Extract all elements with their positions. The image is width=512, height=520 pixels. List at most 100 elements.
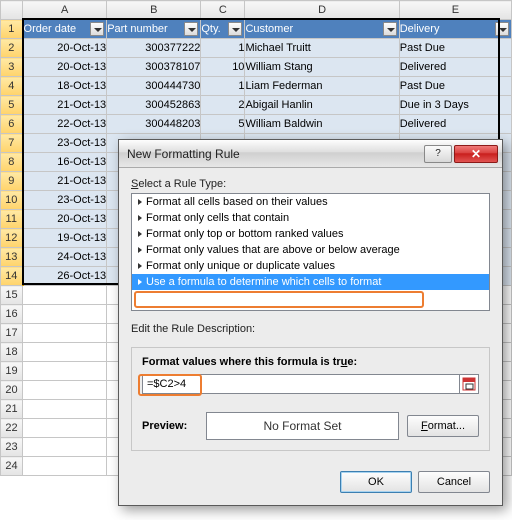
cell[interactable]: William Stang xyxy=(245,58,399,77)
help-button[interactable]: ? xyxy=(424,145,452,163)
cell[interactable]: Delivered xyxy=(399,58,511,77)
row-header[interactable]: 13 xyxy=(1,248,23,267)
cell[interactable]: 24-Oct-13 xyxy=(23,248,107,267)
cell[interactable]: Liam Federman xyxy=(245,77,399,96)
col-header-B[interactable]: B xyxy=(107,1,201,20)
cell[interactable]: Abigail Hanlin xyxy=(245,96,399,115)
rule-type-item[interactable]: Use a formula to determine which cells t… xyxy=(132,274,489,290)
dialog-titlebar[interactable]: New Formatting Rule ? ✕ xyxy=(119,140,502,168)
header-order-date[interactable]: Order date xyxy=(23,20,107,39)
row-header[interactable]: 4 xyxy=(1,77,23,96)
cell[interactable] xyxy=(23,419,107,438)
row-header[interactable]: 11 xyxy=(1,210,23,229)
row-header[interactable]: 1 xyxy=(1,20,23,39)
cell[interactable] xyxy=(23,286,107,305)
row-header[interactable]: 24 xyxy=(1,457,23,476)
cell[interactable] xyxy=(23,457,107,476)
col-header-A[interactable]: A xyxy=(23,1,107,20)
cell[interactable]: 20-Oct-13 xyxy=(23,39,107,58)
cell[interactable]: 16-Oct-13 xyxy=(23,153,107,172)
rule-type-item[interactable]: Format only values that are above or bel… xyxy=(132,242,489,258)
cell[interactable]: 19-Oct-13 xyxy=(23,229,107,248)
cell[interactable]: 300378107 xyxy=(107,58,201,77)
row-header[interactable]: 8 xyxy=(1,153,23,172)
rule-type-listbox[interactable]: Format all cells based on their values F… xyxy=(131,193,490,311)
cell[interactable]: 1 xyxy=(201,77,245,96)
row-header[interactable]: 15 xyxy=(1,286,23,305)
ok-button[interactable]: OK xyxy=(340,471,412,493)
cell[interactable]: 20-Oct-13 xyxy=(23,58,107,77)
header-part-number[interactable]: Part number xyxy=(107,20,201,39)
cell[interactable] xyxy=(23,324,107,343)
range-selector-button[interactable] xyxy=(459,374,479,394)
filter-dropdown-icon[interactable] xyxy=(495,22,509,36)
header-customer[interactable]: Customer xyxy=(245,20,399,39)
row-header[interactable]: 3 xyxy=(1,58,23,77)
cell[interactable]: Past Due xyxy=(399,39,511,58)
cell[interactable]: Delivered xyxy=(399,115,511,134)
row-header[interactable]: 21 xyxy=(1,400,23,419)
col-header-E[interactable]: E xyxy=(399,1,511,20)
row-header[interactable]: 17 xyxy=(1,324,23,343)
cell[interactable]: 21-Oct-13 xyxy=(23,172,107,191)
cell[interactable]: 20-Oct-13 xyxy=(23,210,107,229)
cell[interactable]: 22-Oct-13 xyxy=(23,115,107,134)
header-delivery[interactable]: Delivery xyxy=(399,20,511,39)
cell[interactable] xyxy=(23,305,107,324)
col-header-D[interactable]: D xyxy=(245,1,399,20)
cell[interactable]: 300452863 xyxy=(107,96,201,115)
cell[interactable] xyxy=(23,343,107,362)
rule-type-item[interactable]: Format only cells that contain xyxy=(132,210,489,226)
row-header[interactable]: 5 xyxy=(1,96,23,115)
row-header[interactable]: 19 xyxy=(1,362,23,381)
rule-type-label: Format only cells that contain xyxy=(146,212,289,224)
cell[interactable]: William Baldwin xyxy=(245,115,399,134)
cell[interactable]: 18-Oct-13 xyxy=(23,77,107,96)
filter-dropdown-icon[interactable] xyxy=(184,22,198,36)
filter-dropdown-icon[interactable] xyxy=(383,22,397,36)
cell[interactable]: 300377222 xyxy=(107,39,201,58)
row-header[interactable]: 6 xyxy=(1,115,23,134)
cancel-button[interactable]: Cancel xyxy=(418,471,490,493)
rule-type-item[interactable]: Format only unique or duplicate values xyxy=(132,258,489,274)
cell[interactable]: 5 xyxy=(201,115,245,134)
row-header[interactable]: 16 xyxy=(1,305,23,324)
row-header[interactable]: 9 xyxy=(1,172,23,191)
cell[interactable] xyxy=(23,362,107,381)
row-header[interactable]: 2 xyxy=(1,39,23,58)
cell[interactable]: 26-Oct-13 xyxy=(23,267,107,286)
cell[interactable]: 21-Oct-13 xyxy=(23,96,107,115)
cell[interactable]: Michael Truitt xyxy=(245,39,399,58)
cell[interactable]: 23-Oct-13 xyxy=(23,134,107,153)
dialog-title: New Formatting Rule xyxy=(127,147,240,161)
cell[interactable]: 2 xyxy=(201,96,245,115)
row-header[interactable]: 18 xyxy=(1,343,23,362)
cell[interactable]: 300448203 xyxy=(107,115,201,134)
rule-type-item[interactable]: Format only top or bottom ranked values xyxy=(132,226,489,242)
cell[interactable]: 1 xyxy=(201,39,245,58)
cell[interactable]: 10 xyxy=(201,58,245,77)
rule-type-item[interactable]: Format all cells based on their values xyxy=(132,194,489,210)
row-header[interactable]: 7 xyxy=(1,134,23,153)
cell[interactable] xyxy=(23,381,107,400)
cell[interactable]: Past Due xyxy=(399,77,511,96)
row-header[interactable]: 12 xyxy=(1,229,23,248)
cell[interactable] xyxy=(23,400,107,419)
row-header[interactable]: 14 xyxy=(1,267,23,286)
row-header[interactable]: 10 xyxy=(1,191,23,210)
select-all-corner[interactable] xyxy=(1,1,23,20)
cell[interactable]: Due in 3 Days xyxy=(399,96,511,115)
col-header-C[interactable]: C xyxy=(201,1,245,20)
format-button[interactable]: Format... xyxy=(407,415,479,437)
row-header[interactable]: 23 xyxy=(1,438,23,457)
close-button[interactable]: ✕ xyxy=(454,145,498,163)
header-qty[interactable]: Qty. xyxy=(201,20,245,39)
row-header[interactable]: 20 xyxy=(1,381,23,400)
row-header[interactable]: 22 xyxy=(1,419,23,438)
cell[interactable]: 23-Oct-13 xyxy=(23,191,107,210)
cell[interactable]: 300444730 xyxy=(107,77,201,96)
cell[interactable] xyxy=(23,438,107,457)
formula-input[interactable] xyxy=(142,374,460,394)
filter-dropdown-icon[interactable] xyxy=(90,22,104,36)
filter-dropdown-icon[interactable] xyxy=(228,22,242,36)
